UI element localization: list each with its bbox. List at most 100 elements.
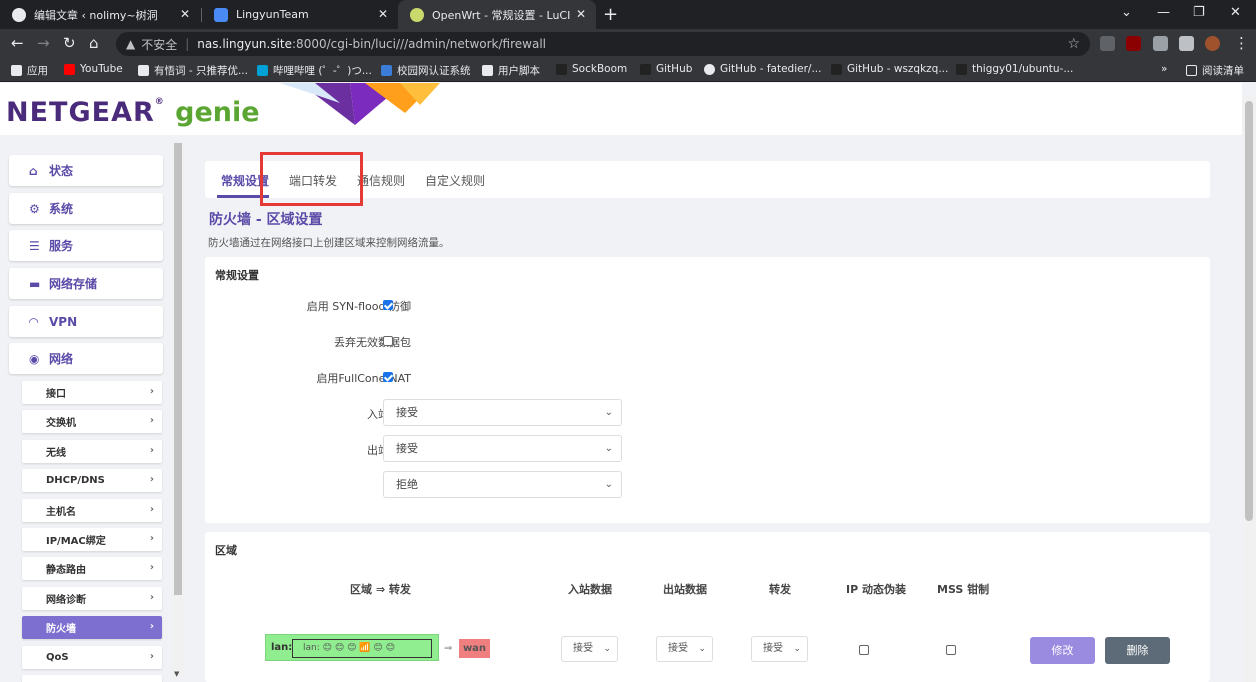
maximize-icon[interactable]: ❐ (1193, 5, 1205, 20)
minimize-icon[interactable]: — (1157, 5, 1170, 20)
scrollbar-thumb[interactable] (174, 143, 182, 595)
bookmark-label: GitHub - wszqkzq... (847, 63, 949, 75)
sidebar-item-label: 网络存储 (49, 277, 98, 291)
tab-search-icon[interactable]: ⌄ (1121, 5, 1132, 20)
delete-zone-button[interactable]: 删除 (1105, 637, 1170, 664)
bookmark-thiggy[interactable]: thiggy01/ubuntu-... (956, 63, 1073, 75)
browser-tab-wordpress[interactable]: 编辑文章 ‹ nolimy~树洞 ✕ (0, 0, 200, 29)
syn-flood-checkbox[interactable] (383, 300, 393, 310)
fullcone-nat-checkbox[interactable] (383, 372, 393, 382)
column-masquerade: IP 动态伪装 (846, 583, 906, 596)
new-tab-icon[interactable]: + (603, 4, 618, 25)
sidebar-subitem-switch[interactable]: 交换机 › (22, 410, 162, 433)
sidebar-item-network[interactable]: ◉ 网络 (9, 343, 163, 374)
bookmark-apps[interactable]: 应用 (11, 63, 48, 78)
home-icon[interactable]: ⌂ (89, 34, 99, 52)
registered-mark: ® (154, 97, 165, 107)
page-scrollbar[interactable] (1242, 97, 1256, 682)
back-icon[interactable]: ← (11, 34, 24, 52)
close-tab-icon[interactable]: ✕ (378, 7, 388, 21)
url-path: :8000/cgi-bin/luci///admin/network/firew… (292, 37, 546, 51)
sidebar-item-vpn[interactable]: ◠ VPN (9, 306, 163, 337)
subitem-label: QoS (46, 652, 69, 663)
reading-list[interactable]: 阅读清单 (1186, 63, 1244, 78)
bookmark-github-wszqkzq[interactable]: GitHub - wszqkzq... (831, 63, 948, 75)
sidebar-item-system[interactable]: ⚙ 系统 (9, 193, 163, 224)
sidebar-subitem-firewall[interactable]: 防火墙 › (22, 616, 162, 639)
select-value: 接受 (668, 643, 688, 654)
sidebar-item-nas[interactable]: ▬ 网络存储 (9, 268, 163, 299)
subitem-label: 防火墙 (46, 624, 76, 635)
sidebar-subitem-dhcp-dns[interactable]: DHCP/DNS › (22, 469, 162, 492)
tab-traffic-rules[interactable]: 通信规则 (357, 172, 405, 189)
input-policy-select[interactable]: 接受 ⌄ (383, 399, 622, 426)
forward-icon[interactable]: → (37, 34, 50, 52)
scrollbar-thumb[interactable] (1245, 101, 1253, 521)
subitem-label: IP/MAC绑定 (46, 536, 106, 547)
bilibili-icon (257, 65, 268, 76)
sidebar-scrollbar[interactable]: ▼ (172, 143, 184, 678)
more-bookmarks-icon[interactable]: » (1161, 63, 1167, 75)
browser-tab-openwrt[interactable]: OpenWrt - 常规设置 - LuCI ✕ (398, 0, 596, 29)
sidebar-subitem-qos[interactable]: QoS › (22, 646, 162, 669)
ublock-icon[interactable] (1126, 36, 1141, 51)
bookmark-sockboom[interactable]: SockBoom (556, 63, 627, 75)
address-bar[interactable]: ▲ 不安全 | nas.lingyun.site :8000/cgi-bin/l… (116, 32, 1090, 56)
chevron-right-icon: › (149, 445, 154, 456)
sidebar-subitem-wireless[interactable]: 无线 › (22, 440, 162, 463)
window-close-icon[interactable]: ✕ (1230, 5, 1241, 20)
bookmark-bilibili[interactable]: 哔哩哔哩 (゜-゜)つ... (257, 63, 372, 78)
reload-icon[interactable]: ↻ (63, 34, 76, 52)
tab-custom-rules[interactable]: 自定义规则 (425, 172, 485, 189)
chevron-right-icon: › (149, 621, 154, 632)
puzzle-icon[interactable] (1179, 36, 1194, 51)
list-icon: ☰ (29, 238, 40, 253)
bookmark-github[interactable]: GitHub (640, 63, 692, 75)
bookmark-label: SockBoom (572, 63, 628, 75)
bookmark-youtube[interactable]: YouTube (64, 63, 123, 75)
zone-name: lan: (271, 642, 293, 653)
drop-invalid-checkbox[interactable] (383, 336, 393, 346)
bookmark-userscript[interactable]: 用户脚本 (482, 63, 540, 78)
output-policy-select[interactable]: 接受 ⌄ (383, 435, 622, 462)
page-header: NETGEAR® genie (0, 83, 1242, 135)
mss-clamp-checkbox[interactable] (946, 645, 956, 655)
chevron-right-icon: › (149, 386, 154, 397)
forward-policy-select[interactable]: 拒绝 ⌄ (383, 471, 622, 498)
bookmark-github-fatedier[interactable]: GitHub - fatedier/... (704, 63, 821, 75)
lingyun-icon (214, 7, 228, 22)
extension-icon[interactable] (1153, 36, 1168, 51)
profile-avatar[interactable] (1205, 36, 1220, 51)
sidebar-subitem-interfaces[interactable]: 接口 › (22, 381, 162, 404)
wordpress-icon (12, 7, 26, 22)
bookmark-label: YouTube (80, 63, 123, 75)
masquerade-checkbox[interactable] (859, 645, 869, 655)
chevron-down-icon: ⌄ (604, 443, 613, 454)
bookmark-star-icon[interactable]: ☆ (1067, 36, 1080, 52)
select-value: 接受 (396, 406, 418, 419)
sidebar-item-services[interactable]: ☰ 服务 (9, 230, 163, 261)
zone-input-select[interactable]: 接受 ⌄ (561, 636, 618, 662)
zone-output-select[interactable]: 接受 ⌄ (656, 636, 713, 662)
column-mss-clamp: MSS 钳制 (937, 583, 990, 596)
bookmark-campus[interactable]: 校园网认证系统 (381, 63, 471, 78)
edit-zone-button[interactable]: 修改 (1030, 637, 1095, 664)
github-icon (640, 63, 651, 75)
chevron-down-icon: ⌄ (604, 407, 613, 418)
sidebar-subitem-hostnames[interactable]: 主机名 › (22, 499, 162, 522)
extension-icon[interactable] (1100, 36, 1115, 51)
home-icon: ⌂ (29, 163, 38, 178)
sidebar-subitem-static-routes[interactable]: 静态路由 › (22, 557, 162, 580)
scroll-down-arrow-icon[interactable]: ▼ (174, 670, 179, 678)
sidebar-subitem-more[interactable] (22, 675, 162, 682)
browser-tab-lingyun[interactable]: LingyunTeam ✕ (202, 0, 398, 29)
sidebar-subitem-ip-mac[interactable]: IP/MAC绑定 › (22, 528, 162, 551)
zone-forward-select[interactable]: 接受 ⌄ (751, 636, 808, 662)
sidebar-item-status[interactable]: ⌂ 状态 (9, 155, 163, 186)
sidebar-subitem-diagnostics[interactable]: 网络诊断 › (22, 587, 162, 610)
menu-dots-icon[interactable]: ⋮ (1234, 34, 1249, 52)
close-tab-icon[interactable]: ✕ (576, 7, 586, 21)
chevron-down-icon: ⌄ (603, 644, 611, 654)
bookmark-youci[interactable]: 有悟词 - 只推荐优... (138, 63, 248, 78)
close-tab-icon[interactable]: ✕ (180, 7, 190, 21)
